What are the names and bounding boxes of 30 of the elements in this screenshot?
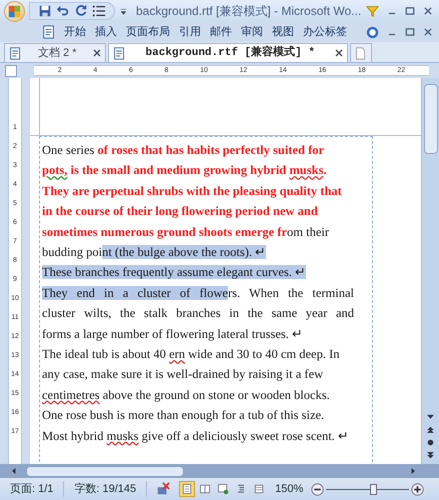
document-tab[interactable]: 文档 2 * xyxy=(4,43,106,62)
text-line: centimetres above the ground on stone or wooden blocks. xyxy=(42,386,331,404)
ribbon-tab[interactable]: 开始 xyxy=(64,24,86,40)
text-line: They are perpetual shrubs with the pleasing quality that xyxy=(42,182,343,200)
ribbon-tab[interactable]: 插入 xyxy=(95,24,117,40)
ribbon-tab[interactable]: 视图 xyxy=(272,24,294,40)
ribbon-tab[interactable]: 引用 xyxy=(179,24,201,40)
document-tab[interactable]: background.rtf [兼容模式] * xyxy=(108,43,348,62)
text-line: in the course of their long flowering period new and xyxy=(42,203,319,220)
text-line: cluster wilts, the stalk branches in the same year and xyxy=(42,305,354,322)
ribbon-tab[interactable]: 邮件 xyxy=(210,24,232,40)
ribbon-tab[interactable]: 审阅 xyxy=(241,24,263,40)
text-line: One rose bush is more than enough for a tub of this size. xyxy=(42,407,326,424)
ribbon-tab[interactable]: 页面布局 xyxy=(126,24,170,40)
text-line: pots, is the small and medium growing hybrid musks. xyxy=(42,162,328,180)
zoom-level[interactable]: 150% xyxy=(275,480,304,498)
ribbon-tab[interactable]: 办公标签 xyxy=(303,24,347,40)
text-line: One series of roses that has habits perfectly suited for xyxy=(42,142,326,159)
text-line: budding point (the bulge above the roots). ↵ xyxy=(42,244,268,262)
text-line: forms a large number of flowering lateral trusses. ↵ xyxy=(42,326,304,343)
tab-label: background.rtf [兼容模式] * xyxy=(144,44,316,61)
word-count[interactable]: 字数: 19/145 xyxy=(64,480,148,498)
text-line: any case, make sure it is well-drained by raising it a few xyxy=(42,366,324,384)
page-count[interactable]: 页面: 1/1 xyxy=(0,480,64,498)
text-line: Most hybrid musks give off a deliciously sweet rose scent. ↵ xyxy=(42,428,350,445)
text-line: They end in a cluster of flowers. When the terminal xyxy=(42,284,354,302)
tab-label: 文档 2 * xyxy=(37,46,78,61)
text-line: The ideal tub is about 40 ern wide and 30 to 40 cm deep. In xyxy=(42,346,341,364)
window-title: background.rtf [兼容模式] - Microsoft Wo... xyxy=(136,3,362,20)
text-line: sometimes numerous ground shoots emerge from their xyxy=(42,224,330,241)
